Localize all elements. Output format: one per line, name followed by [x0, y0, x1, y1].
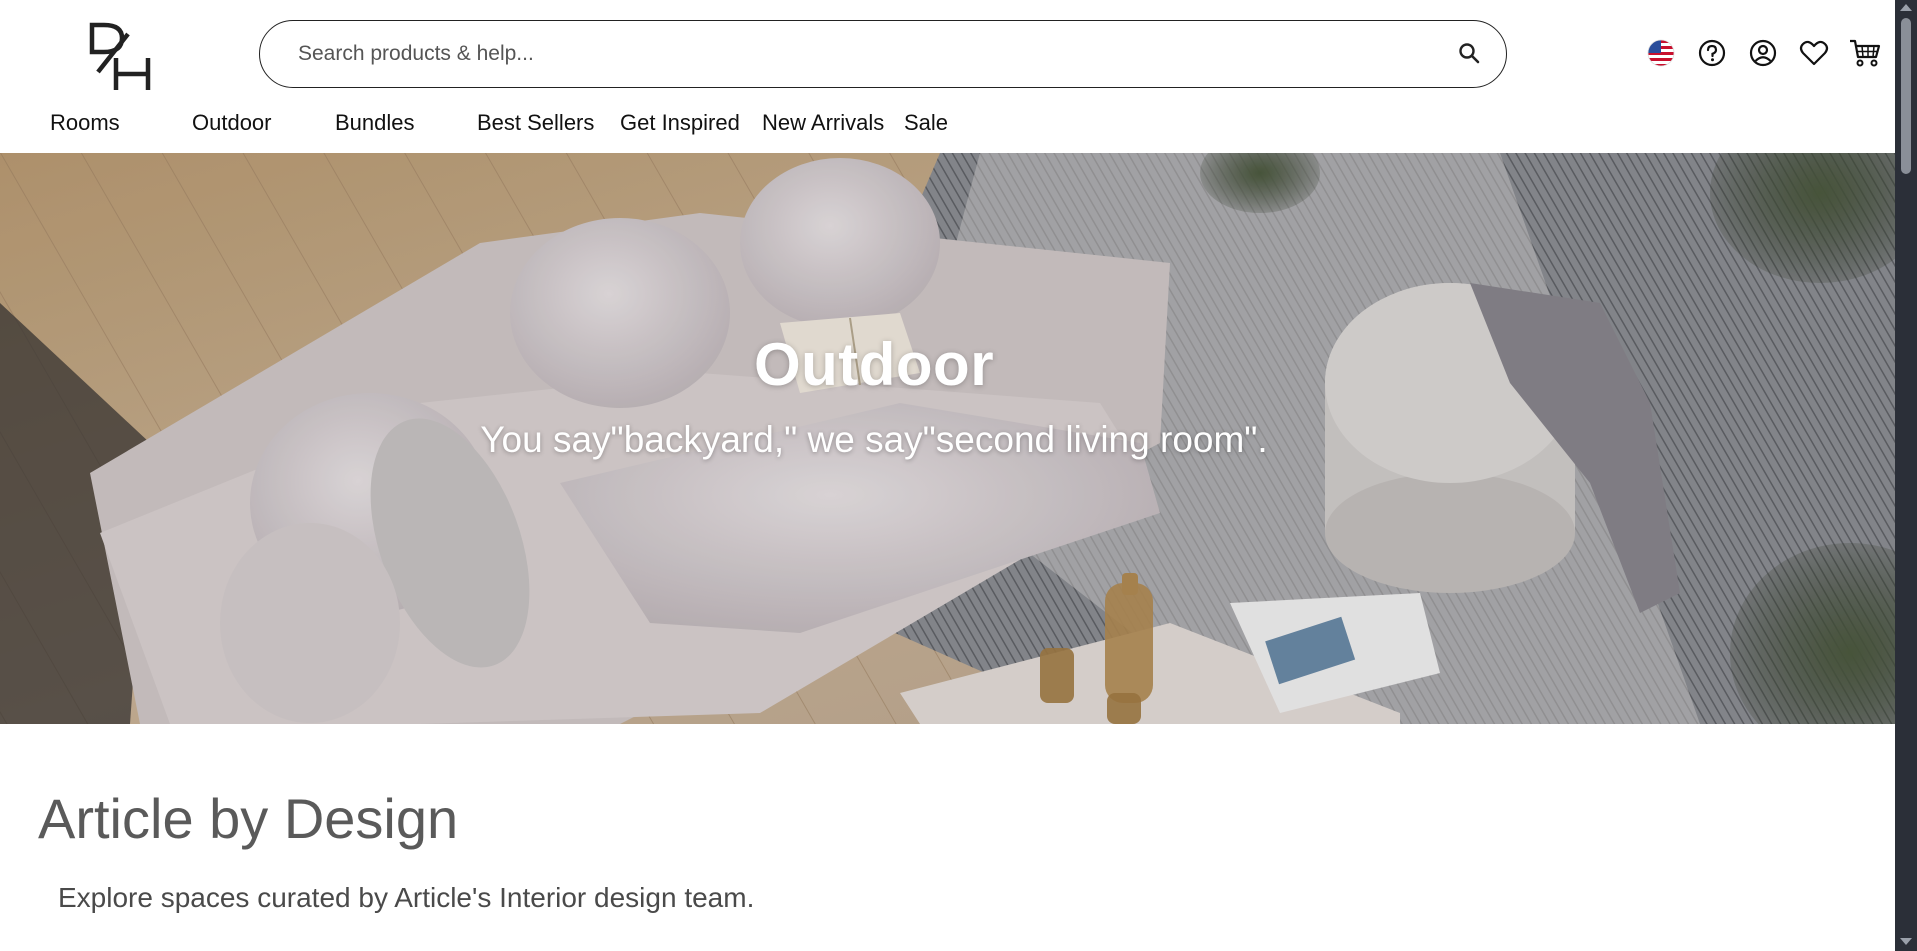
- site-logo[interactable]: [88, 22, 154, 92]
- hero-banner[interactable]: Outdoor You say"backyard," we say"second…: [0, 153, 1895, 724]
- account-icon[interactable]: [1746, 37, 1779, 70]
- nav-item-new-arrivals[interactable]: New Arrivals: [762, 110, 884, 136]
- nav-item-bundles[interactable]: Bundles: [335, 110, 415, 136]
- main-nav: Rooms Outdoor Bundles Best Sellers Get I…: [0, 110, 1000, 150]
- nav-item-sale[interactable]: Sale: [904, 110, 948, 136]
- nav-item-get-inspired[interactable]: Get Inspired: [620, 110, 740, 136]
- nav-item-outdoor[interactable]: Outdoor: [192, 110, 272, 136]
- cart-icon[interactable]: [1848, 37, 1881, 70]
- nav-item-rooms[interactable]: Rooms: [50, 110, 120, 136]
- logo-mark-icon: [89, 22, 151, 90]
- us-flag-icon[interactable]: [1644, 37, 1677, 70]
- search-icon[interactable]: [1458, 42, 1480, 64]
- nav-item-best-sellers[interactable]: Best Sellers: [477, 110, 594, 136]
- wishlist-heart-icon[interactable]: [1797, 37, 1830, 70]
- scroll-thumb[interactable]: [1901, 18, 1911, 174]
- search-bar: [259, 20, 1507, 88]
- vertical-scrollbar[interactable]: [1895, 0, 1917, 951]
- hero-title: Outdoor: [753, 331, 995, 398]
- header-actions: [1644, 36, 1881, 70]
- section-subtitle: Explore spaces curated by Article's Inte…: [58, 882, 755, 913]
- search-input[interactable]: [298, 21, 1418, 87]
- scroll-up-arrow-icon[interactable]: [1900, 4, 1912, 11]
- help-icon[interactable]: [1695, 37, 1728, 70]
- section-title: Article by Design: [38, 787, 459, 850]
- hero-subtitle: You say"backyard," we say"second living …: [480, 419, 1268, 460]
- scroll-down-arrow-icon[interactable]: [1900, 938, 1912, 945]
